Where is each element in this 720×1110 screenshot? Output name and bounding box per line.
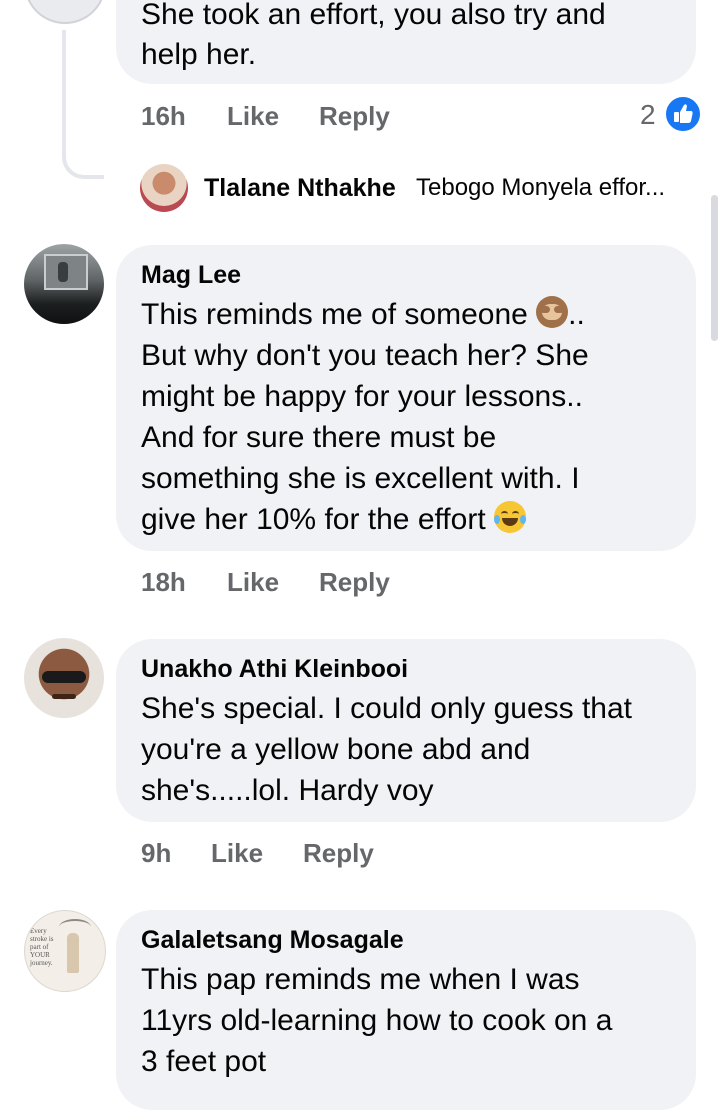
comment-text-line: This pap reminds me when I was xyxy=(141,963,580,996)
like-button[interactable]: Like xyxy=(227,101,279,132)
see-no-evil-monkey-icon xyxy=(536,296,569,328)
comment-text-line: She's special. I could only guess that xyxy=(141,692,633,725)
avatar-top-partial[interactable] xyxy=(24,0,106,24)
avatar-text-line: YOUR xyxy=(30,951,50,959)
comment-text-line: give her 10% for the effort xyxy=(141,499,526,540)
avatar-text-line: journey. xyxy=(30,959,53,967)
comment-text-line: might be happy for your lessons.. xyxy=(141,380,583,413)
avatar-text-line: part of xyxy=(30,943,49,951)
scrollbar-thumb[interactable] xyxy=(711,195,718,341)
comment-text-line: 3 feet pot xyxy=(141,1045,267,1078)
comment-text-line: help her. xyxy=(141,38,257,71)
comment-time: 16h xyxy=(141,101,186,131)
reaction-count[interactable]: 2 xyxy=(640,99,656,131)
avatar-tlalane[interactable] xyxy=(140,164,188,212)
avatar-text-line: Every xyxy=(30,927,47,935)
avatar-mag-lee[interactable] xyxy=(24,244,104,324)
comment-text-segment: .. xyxy=(568,298,585,331)
comment-text-line: you're a yellow bone abd and xyxy=(141,733,531,766)
comment-time: 18h xyxy=(141,567,186,597)
avatar-unakho[interactable] xyxy=(24,638,104,718)
reply-button[interactable]: Reply xyxy=(303,838,374,869)
comment-author[interactable]: Mag Lee xyxy=(141,261,241,290)
tears-of-joy-icon xyxy=(494,501,526,533)
comment-text-line: She took an effort, you also try and xyxy=(141,0,606,31)
thumbs-up-icon xyxy=(664,95,702,133)
avatar-galaletsang[interactable]: Every stroke is part of YOUR journey. xyxy=(24,910,106,992)
comment-text-line: This reminds me of someone .. xyxy=(141,294,585,335)
comment-time: 9h xyxy=(141,838,172,868)
reply-button[interactable]: Reply xyxy=(319,567,390,598)
reply-button[interactable]: Reply xyxy=(319,101,390,132)
like-button[interactable]: Like xyxy=(227,567,279,598)
reply-preview-text[interactable]: Tebogo Monyela effor... xyxy=(416,170,665,206)
thread-line xyxy=(62,30,104,179)
comment-text-line: And for sure there must be xyxy=(141,421,497,454)
like-button[interactable]: Like xyxy=(211,838,263,869)
avatar-text-line: stroke is xyxy=(30,935,54,943)
comment-text-segment: give her 10% for the effort xyxy=(141,503,486,536)
comment-author[interactable]: Galaletsang Mosagale xyxy=(141,926,404,955)
comment-text-line: But why don't you teach her? She xyxy=(141,339,589,372)
comment-text-line: 11yrs old-learning how to cook on a xyxy=(141,1004,613,1037)
comment-text-line: she's.....lol. Hardy voy xyxy=(141,774,434,807)
comment-author[interactable]: Unakho Athi Kleinbooi xyxy=(141,655,408,684)
reply-preview-author[interactable]: Tlalane Nthakhe xyxy=(204,174,396,203)
comment-text-segment: This reminds me of someone xyxy=(141,298,528,331)
comment-text-line: something she is excellent with. I xyxy=(141,462,580,495)
